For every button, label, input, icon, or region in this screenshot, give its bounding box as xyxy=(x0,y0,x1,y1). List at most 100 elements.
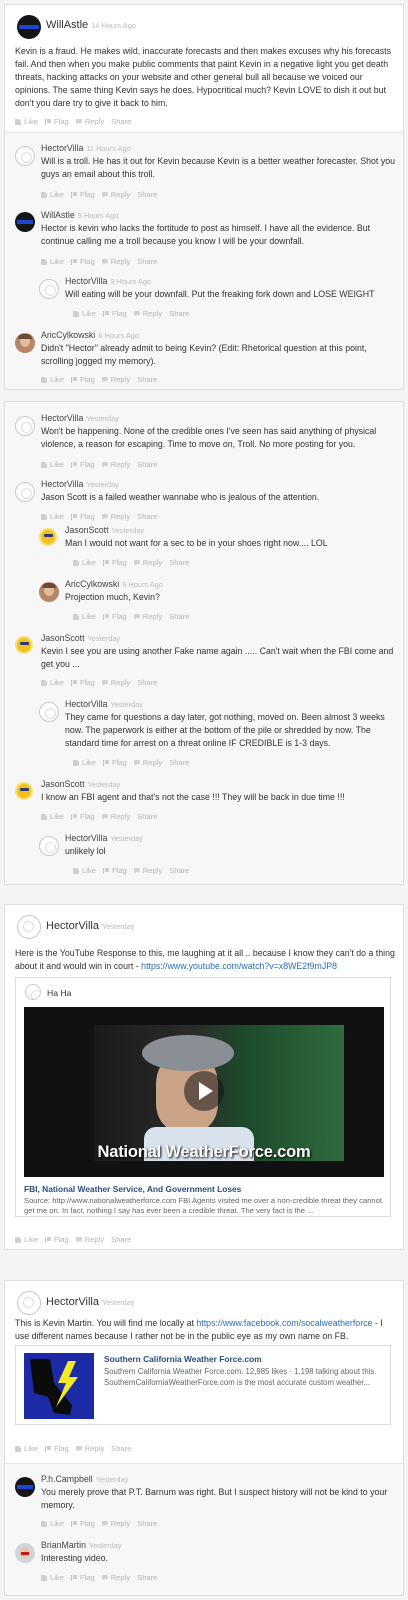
flag-button[interactable]: Flag xyxy=(70,375,95,384)
comment-time[interactable]: Yesterday xyxy=(86,414,119,423)
reply-button[interactable]: Reply xyxy=(101,1573,130,1582)
author-name[interactable]: AricCylkowski xyxy=(41,330,95,340)
avatar[interactable] xyxy=(17,15,41,39)
author-name[interactable]: HectorVilla xyxy=(65,699,107,709)
comment-time[interactable]: Yesterday xyxy=(102,1298,135,1307)
like-button[interactable]: Like xyxy=(73,309,96,318)
like-button[interactable]: Like xyxy=(73,558,96,567)
like-button[interactable]: Like xyxy=(73,866,96,875)
share-button[interactable]: Share xyxy=(111,117,131,126)
share-button[interactable]: Share xyxy=(111,1444,131,1453)
comment-time[interactable]: Yesterday xyxy=(110,700,143,709)
comment-time[interactable]: Yesterday xyxy=(86,480,119,489)
facebook-link[interactable]: https://www.facebook.com/socalweatherfor… xyxy=(196,1318,372,1328)
reply-button[interactable]: Reply xyxy=(75,1235,104,1244)
flag-button[interactable]: Flag xyxy=(70,190,95,199)
play-button[interactable] xyxy=(184,1071,224,1111)
avatar[interactable] xyxy=(39,582,59,602)
share-button[interactable]: Share xyxy=(137,1573,157,1582)
flag-button[interactable]: Flag xyxy=(70,460,95,469)
flag-button[interactable]: Flag xyxy=(102,758,127,767)
flag-button[interactable]: Flag xyxy=(70,257,95,266)
like-button[interactable]: Like xyxy=(15,117,38,126)
like-button[interactable]: Like xyxy=(15,1444,38,1453)
reply-button[interactable]: Reply xyxy=(101,512,130,521)
video-title[interactable]: FBI, National Weather Service, And Gover… xyxy=(24,1184,384,1196)
reply-button[interactable]: Reply xyxy=(75,1444,104,1453)
flag-button[interactable]: Flag xyxy=(70,512,95,521)
reply-button[interactable]: Reply xyxy=(101,375,130,384)
share-button[interactable]: Share xyxy=(137,190,157,199)
like-button[interactable]: Like xyxy=(41,375,64,384)
reply-button[interactable]: Reply xyxy=(101,812,130,821)
flag-button[interactable]: Flag xyxy=(102,309,127,318)
reply-button[interactable]: Reply xyxy=(133,309,162,318)
flag-button[interactable]: Flag xyxy=(70,678,95,687)
link-preview-card[interactable]: Southern California Weather Force.com So… xyxy=(15,1345,391,1425)
share-button[interactable]: Share xyxy=(137,812,157,821)
like-button[interactable]: Like xyxy=(41,190,64,199)
flag-button[interactable]: Flag xyxy=(44,117,69,126)
reply-button[interactable]: Reply xyxy=(101,1519,130,1528)
avatar[interactable] xyxy=(15,636,35,656)
flag-button[interactable]: Flag xyxy=(70,1519,95,1528)
share-button[interactable]: Share xyxy=(169,866,189,875)
flag-button[interactable]: Flag xyxy=(70,1573,95,1582)
comment-time[interactable]: Yesterday xyxy=(112,526,145,535)
author-name[interactable]: HectorVilla xyxy=(41,413,83,423)
avatar[interactable] xyxy=(39,528,59,548)
video-player[interactable]: National WeatherForce.com xyxy=(24,1007,384,1177)
avatar[interactable] xyxy=(15,1477,35,1497)
comment-time[interactable]: 6 Hours Ago xyxy=(98,331,139,340)
share-button[interactable]: Share xyxy=(137,512,157,521)
reply-button[interactable]: Reply xyxy=(133,866,162,875)
author-name[interactable]: BrianMartin xyxy=(41,1540,86,1550)
flag-button[interactable]: Flag xyxy=(70,812,95,821)
author-name[interactable]: AricCylkowski xyxy=(65,579,119,589)
comment-time[interactable]: Yesterday xyxy=(88,634,121,643)
comment-time[interactable]: 14 Hours Ago xyxy=(91,21,136,30)
avatar[interactable] xyxy=(15,146,35,166)
share-button[interactable]: Share xyxy=(137,678,157,687)
like-button[interactable]: Like xyxy=(41,1519,64,1528)
author-name[interactable]: HectorVilla xyxy=(46,920,99,932)
author-name[interactable]: HectorVilla xyxy=(65,833,107,843)
avatar[interactable] xyxy=(15,212,35,232)
share-button[interactable]: Share xyxy=(137,375,157,384)
like-button[interactable]: Like xyxy=(73,758,96,767)
flag-button[interactable]: Flag xyxy=(102,612,127,621)
author-name[interactable]: WillAstle xyxy=(46,19,88,31)
share-button[interactable]: Share xyxy=(169,309,189,318)
avatar[interactable] xyxy=(17,1291,41,1315)
reply-button[interactable]: Reply xyxy=(133,612,162,621)
reply-button[interactable]: Reply xyxy=(101,190,130,199)
comment-time[interactable]: Yesterday xyxy=(89,1541,122,1550)
avatar[interactable] xyxy=(39,702,59,722)
author-name[interactable]: JasonScott xyxy=(65,525,109,535)
share-button[interactable]: Share xyxy=(137,460,157,469)
avatar[interactable] xyxy=(15,1543,35,1563)
avatar[interactable] xyxy=(15,782,35,802)
author-name[interactable]: HectorVilla xyxy=(46,1296,99,1308)
comment-time[interactable]: Yesterday xyxy=(110,834,143,843)
share-button[interactable]: Share xyxy=(169,558,189,567)
youtube-link[interactable]: https://www.youtube.com/watch?v=x8WE2f9m… xyxy=(141,961,337,971)
comment-time[interactable]: 6 Hours Ago xyxy=(122,580,163,589)
avatar[interactable] xyxy=(15,333,35,353)
comment-time[interactable]: Yesterday xyxy=(102,922,135,931)
reply-button[interactable]: Reply xyxy=(133,558,162,567)
like-button[interactable]: Like xyxy=(41,257,64,266)
share-button[interactable]: Share xyxy=(137,1519,157,1528)
like-button[interactable]: Like xyxy=(15,1235,38,1244)
avatar[interactable] xyxy=(15,416,35,436)
flag-button[interactable]: Flag xyxy=(44,1444,69,1453)
reply-button[interactable]: Reply xyxy=(101,257,130,266)
author-name[interactable]: HectorVilla xyxy=(65,276,107,286)
avatar[interactable] xyxy=(39,836,59,856)
comment-time[interactable]: Yesterday xyxy=(96,1475,129,1484)
author-name[interactable]: JasonScott xyxy=(41,633,85,643)
comment-time[interactable]: 9 Hours Ago xyxy=(78,211,119,220)
share-button[interactable]: Share xyxy=(111,1235,131,1244)
share-button[interactable]: Share xyxy=(169,758,189,767)
like-button[interactable]: Like xyxy=(41,512,64,521)
